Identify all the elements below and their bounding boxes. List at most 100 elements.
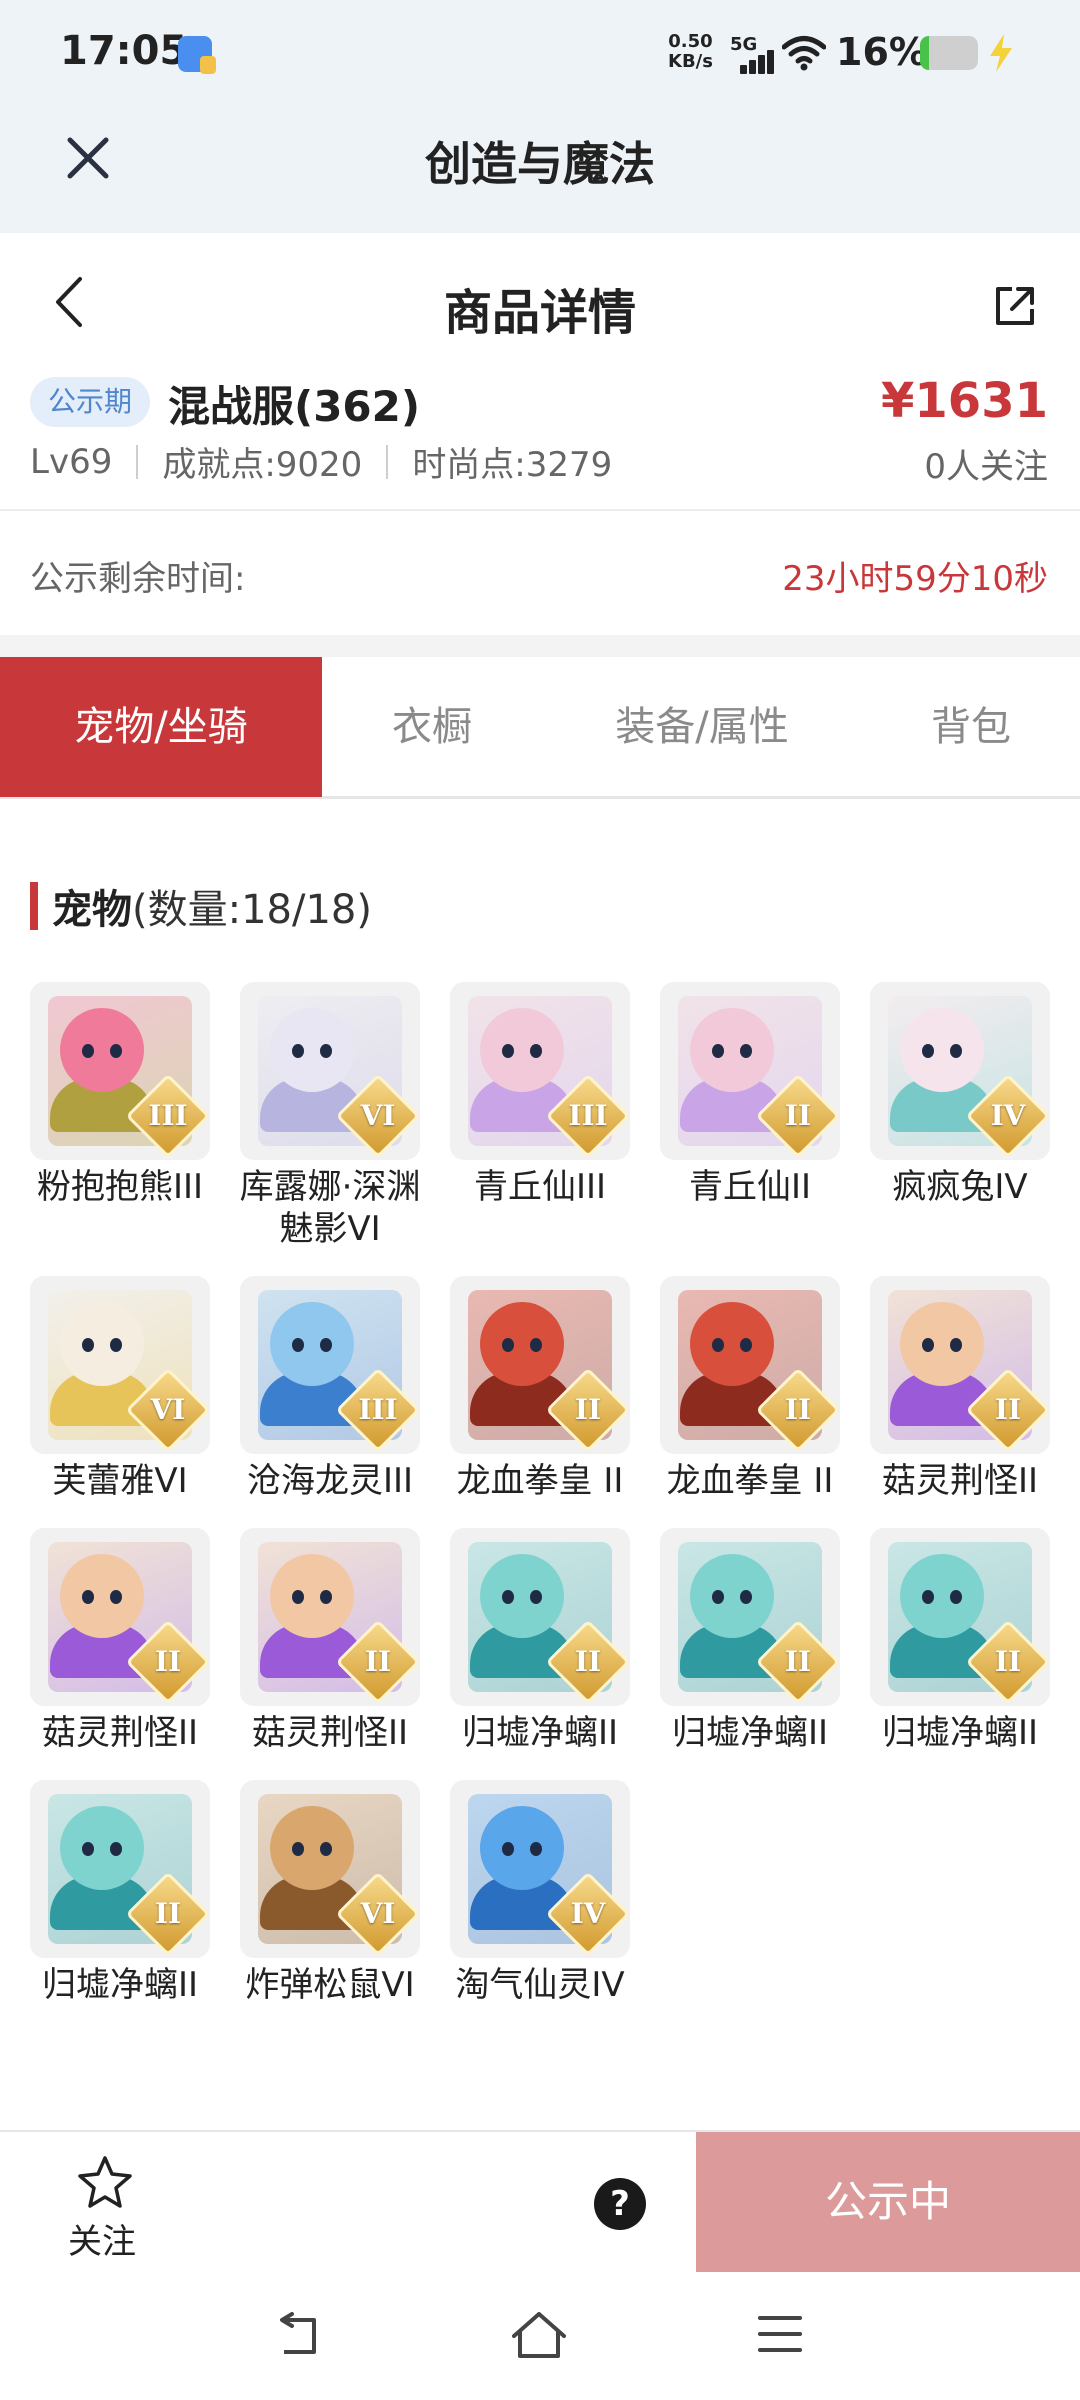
pet-thumbnail: III	[240, 1276, 420, 1454]
help-icon[interactable]: ?	[594, 2178, 646, 2230]
charging-icon	[990, 34, 1012, 72]
pet-portrait-eye	[502, 1044, 514, 1058]
tab-pets-mounts[interactable]: 宠物/坐骑	[0, 657, 322, 797]
pet-portrait-eye	[530, 1842, 542, 1856]
pet-portrait-head	[60, 1806, 144, 1890]
pet-portrait-head	[480, 1554, 564, 1638]
pet-item[interactable]: II 菇灵荆怪II	[240, 1528, 420, 1754]
pet-name: 疯疯兔IV	[892, 1167, 1028, 1207]
pet-item[interactable]: II 菇灵荆怪II	[870, 1276, 1050, 1502]
pet-item[interactable]: II 归墟净螭II	[870, 1528, 1050, 1754]
pet-name: 青丘仙II	[688, 1167, 812, 1207]
share-icon[interactable]	[992, 283, 1038, 329]
rank-label: II	[784, 1393, 812, 1426]
pet-portrait-eye	[740, 1338, 752, 1352]
pet-portrait-eye	[292, 1590, 304, 1604]
pet-portrait-eye	[530, 1338, 542, 1352]
pet-portrait-head	[60, 1302, 144, 1386]
tab-wardrobe[interactable]: 衣橱	[322, 657, 542, 797]
pet-portrait-eye	[292, 1842, 304, 1856]
app-header: 创造与魔法	[0, 108, 1080, 233]
pet-portrait-head	[900, 1554, 984, 1638]
pet-item[interactable]: II 菇灵荆怪II	[30, 1528, 210, 1754]
nav-back-icon[interactable]	[272, 2310, 326, 2360]
page-header: 商品详情	[0, 233, 1080, 363]
pet-portrait-eye	[530, 1590, 542, 1604]
rank-label: II	[784, 1645, 812, 1678]
level: Lv69	[30, 441, 113, 482]
pet-item[interactable]: IV 疯疯兔IV	[870, 982, 1050, 1208]
pet-thumbnail: IV	[870, 982, 1050, 1160]
pet-thumbnail: II	[450, 1276, 630, 1454]
rank-label: VI	[360, 1099, 396, 1132]
pet-portrait-eye	[712, 1590, 724, 1604]
star-icon[interactable]	[76, 2154, 134, 2210]
pet-thumbnail: III	[30, 982, 210, 1160]
pet-portrait-eye	[292, 1044, 304, 1058]
pet-item[interactable]: VI 炸弹松鼠VI	[240, 1780, 420, 2006]
pet-portrait-head	[480, 1806, 564, 1890]
follow-button-label[interactable]: 关注	[68, 2214, 136, 2263]
section-count: (数量:18/18)	[132, 887, 372, 933]
pet-item[interactable]: VI 库露娜·深渊魅影VI	[240, 982, 420, 1250]
rank-label: III	[358, 1393, 398, 1426]
network-speed-value: 0.50	[668, 31, 713, 52]
pet-name: 归墟净螭II	[881, 1713, 1039, 1753]
pet-item[interactable]: II 龙血拳皇 II	[450, 1276, 630, 1502]
tab-equipment[interactable]: 装备/属性	[542, 657, 862, 797]
pet-thumbnail: II	[30, 1528, 210, 1706]
server-name: 混战服(362)	[168, 382, 421, 431]
pet-portrait-head	[270, 1008, 354, 1092]
pet-name: 菇灵荆怪II	[41, 1713, 199, 1753]
pet-portrait-eye	[292, 1338, 304, 1352]
pet-name: 龙血拳皇 II	[456, 1461, 624, 1501]
pet-portrait-eye	[82, 1590, 94, 1604]
rank-label: II	[364, 1645, 392, 1678]
pet-portrait-eye	[110, 1044, 122, 1058]
pet-item[interactable]: II 归墟净螭II	[30, 1780, 210, 2006]
app-notification-icon	[178, 36, 216, 74]
rank-label: III	[568, 1099, 608, 1132]
pet-thumbnail: II	[450, 1528, 630, 1706]
nav-menu-icon[interactable]	[756, 2312, 804, 2356]
system-nav-bar	[0, 2272, 1080, 2400]
pet-item[interactable]: II 归墟净螭II	[450, 1528, 630, 1754]
pet-item[interactable]: III 青丘仙III	[450, 982, 630, 1208]
pet-thumbnail: III	[450, 982, 630, 1160]
pet-item[interactable]: IV 淘气仙灵IV	[450, 1780, 630, 2006]
pet-name: 归墟净螭II	[461, 1713, 619, 1753]
battery-percent: 16%	[836, 30, 927, 74]
public-notice-button[interactable]: 公示中	[696, 2132, 1080, 2272]
pet-name: 淘气仙灵IV	[455, 1965, 625, 2005]
pet-name: 归墟净螭II	[671, 1713, 829, 1753]
pet-portrait-eye	[110, 1338, 122, 1352]
pet-thumbnail: VI	[30, 1276, 210, 1454]
section-marker	[30, 882, 38, 930]
pet-item[interactable]: II 青丘仙II	[660, 982, 840, 1208]
pet-item[interactable]: II 龙血拳皇 II	[660, 1276, 840, 1502]
pet-item[interactable]: III 粉抱抱熊III	[30, 982, 210, 1208]
pet-item[interactable]: II 归墟净螭II	[660, 1528, 840, 1754]
pet-portrait-eye	[502, 1338, 514, 1352]
fashion-points: 时尚点:3279	[412, 445, 613, 485]
pet-name: 炸弹松鼠VI	[245, 1965, 415, 2005]
countdown-row: 公示剩余时间: 23小时59分10秒	[0, 511, 1080, 635]
pet-portrait-eye	[82, 1842, 94, 1856]
pet-portrait-eye	[320, 1044, 332, 1058]
pets-section-heading: 宠物 (数量:18/18)	[30, 880, 372, 933]
pet-name: 菇灵荆怪II	[881, 1461, 1039, 1501]
pet-portrait-head	[690, 1302, 774, 1386]
countdown-label: 公示剩余时间:	[30, 559, 246, 599]
status-time: 17:05	[60, 28, 188, 74]
pet-item[interactable]: III 沧海龙灵III	[240, 1276, 420, 1502]
tab-backpack[interactable]: 背包	[862, 657, 1080, 797]
pet-thumbnail: II	[870, 1276, 1050, 1454]
signal-icon	[732, 48, 774, 74]
pet-portrait-eye	[740, 1590, 752, 1604]
pet-portrait-eye	[530, 1044, 542, 1058]
nav-home-icon[interactable]	[508, 2308, 570, 2362]
pet-item[interactable]: VI 芙蕾雅VI	[30, 1276, 210, 1502]
status-bar: 17:05 0.50 KB/s 5G 16%	[0, 0, 1080, 108]
rank-label: II	[994, 1393, 1022, 1426]
pet-portrait-head	[690, 1554, 774, 1638]
